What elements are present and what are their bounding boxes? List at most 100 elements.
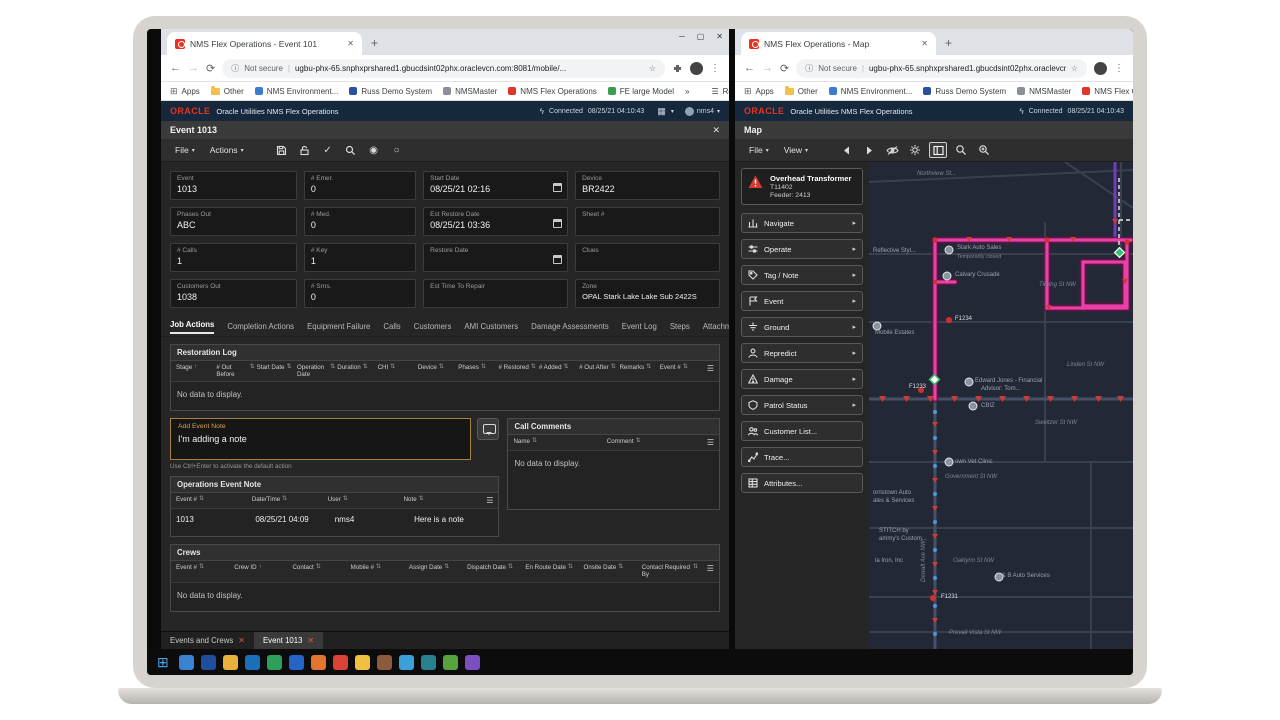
column-header[interactable]: # Out After⇅ xyxy=(579,364,619,371)
zoom-in-icon[interactable] xyxy=(975,142,993,158)
navigate-button[interactable]: Navigate▸ xyxy=(741,213,863,233)
customer-list-button[interactable]: Customer List... xyxy=(741,421,863,441)
tab-event-log[interactable]: Event Log xyxy=(622,322,657,331)
record-icon[interactable]: ◉ xyxy=(365,142,383,158)
tab-attachments[interactable]: Attachments xyxy=(703,322,729,331)
extensions-icon[interactable] xyxy=(672,63,683,74)
column-header[interactable]: Operation Date⇅ xyxy=(297,364,337,378)
tab-calls[interactable]: Calls xyxy=(383,322,400,331)
tab-job-actions[interactable]: Job Actions xyxy=(170,320,214,334)
taskbar-app-icon[interactable] xyxy=(289,655,304,670)
reload-icon[interactable]: ⟳ xyxy=(780,62,789,75)
ground-button[interactable]: Ground▸ xyxy=(741,317,863,337)
column-header[interactable]: Comment⇅ xyxy=(607,438,700,445)
field-med[interactable]: # Med.0 xyxy=(304,207,416,236)
view-menu[interactable]: View▾ xyxy=(779,145,813,155)
field-srns[interactable]: # Srns.0 xyxy=(304,279,416,308)
taskbar-app-icon[interactable] xyxy=(399,655,414,670)
bookmark-item-other[interactable]: Other xyxy=(211,87,244,96)
back-icon[interactable]: ← xyxy=(170,62,181,74)
bookmark-item[interactable]: NMSMaster xyxy=(1017,87,1071,96)
trace-button[interactable]: Trace... xyxy=(741,447,863,467)
field-est-restore-date[interactable]: Est Restore Date08/25/21 03:36 xyxy=(423,207,568,236)
tab-damage-assessments[interactable]: Damage Assessments xyxy=(531,322,609,331)
taskbar-app-icon[interactable] xyxy=(355,655,370,670)
bookmark-item[interactable]: NMS Environment... xyxy=(255,87,339,96)
taskbar-app-icon[interactable] xyxy=(311,655,326,670)
column-header[interactable]: Mobile #⇅ xyxy=(351,564,409,571)
event-button[interactable]: Event▸ xyxy=(741,291,863,311)
repredict-button[interactable]: Repredict▸ xyxy=(741,343,863,363)
patrol-status-button[interactable]: Patrol Status▸ xyxy=(741,395,863,415)
user-menu[interactable]: nms4▾ xyxy=(685,107,720,116)
taskbar-app-icon[interactable] xyxy=(223,655,238,670)
apps-shortcut[interactable]: ⊞Apps xyxy=(170,86,200,97)
info-icon[interactable]: ⓘ xyxy=(231,63,239,74)
profile-avatar[interactable] xyxy=(690,62,703,75)
column-header[interactable]: Assign Date⇅ xyxy=(409,564,467,571)
save-icon[interactable] xyxy=(273,142,291,158)
file-menu[interactable]: File▾ xyxy=(744,145,774,155)
reading-list-button[interactable]: ☰Reading list xyxy=(711,87,729,96)
column-header[interactable]: Note⇅ xyxy=(404,496,480,503)
column-header[interactable]: Dispatch Date⇅ xyxy=(467,564,525,571)
attributes-button[interactable]: Attributes... xyxy=(741,473,863,493)
actions-menu[interactable]: Actions▾ xyxy=(205,145,249,155)
table-settings-icon[interactable]: ☰ xyxy=(700,364,714,373)
new-tab-button[interactable]: + xyxy=(945,36,952,50)
ops-note-row[interactable]: 1013 08/25/21 04:09 nms4 Here is a note xyxy=(171,509,498,536)
field-restore-date[interactable]: Restore Date xyxy=(423,243,568,272)
complete-check-icon[interactable]: ✓ xyxy=(319,142,337,158)
url-omnibox[interactable]: ⓘ Not secure | ugbu-phx-65.snphxprshared… xyxy=(222,59,665,78)
selected-device-callout[interactable]: Overhead Transformer T11402 Feeder: 2413 xyxy=(741,168,863,205)
column-header[interactable]: Event #⇅ xyxy=(176,496,252,503)
field-device[interactable]: DeviceBR2422 xyxy=(575,171,720,200)
column-header[interactable]: Event #⇅ xyxy=(176,564,234,571)
column-header[interactable]: Device⇅ xyxy=(418,364,458,371)
bookmark-star-icon[interactable]: ☆ xyxy=(1071,64,1078,73)
column-header[interactable]: Contact⇅ xyxy=(292,564,350,571)
field-start-date[interactable]: Start Date08/25/21 02:16 xyxy=(423,171,568,200)
panel-close-icon[interactable]: ✕ xyxy=(712,125,720,136)
taskbar-app-icon[interactable] xyxy=(333,655,348,670)
tab-ami-customers[interactable]: AMI Customers xyxy=(464,322,518,331)
ring-icon[interactable]: ○ xyxy=(388,142,406,158)
field-phases-out[interactable]: Phases OutABC xyxy=(170,207,297,236)
app-switcher-caret[interactable]: ▾ xyxy=(671,108,674,115)
bookmark-item[interactable]: Russ Demo System xyxy=(923,87,1006,96)
column-header[interactable]: Duration⇅ xyxy=(337,364,377,371)
calendar-icon[interactable] xyxy=(553,219,562,228)
bookmark-item[interactable]: NMS Flex Operations xyxy=(1082,87,1133,96)
tab-close-icon[interactable]: ✕ xyxy=(921,39,928,48)
field-clues[interactable]: Clues xyxy=(575,243,720,272)
table-settings-icon[interactable]: ☰ xyxy=(700,564,714,573)
browser-tab-map[interactable]: NMS Flex Operations - Map ✕ xyxy=(741,32,936,55)
bookmarks-overflow-icon[interactable]: » xyxy=(685,87,689,96)
unlock-icon[interactable] xyxy=(296,142,314,158)
browser-menu-icon[interactable]: ⋮ xyxy=(1114,63,1124,74)
tab-steps[interactable]: Steps xyxy=(670,322,690,331)
column-header[interactable]: User⇅ xyxy=(328,496,404,503)
column-header[interactable]: Contact Required By⇅ xyxy=(642,564,700,578)
bookmark-item[interactable]: NMSMaster xyxy=(443,87,497,96)
damage-button[interactable]: Damage▸ xyxy=(741,369,863,389)
side-panel-toggle-icon[interactable] xyxy=(929,142,947,158)
browser-menu-icon[interactable]: ⋮ xyxy=(710,63,720,74)
add-event-note-input[interactable]: Add Event Note I'm adding a note xyxy=(170,418,471,460)
map-settings-gear-icon[interactable] xyxy=(906,142,924,158)
column-header[interactable]: CHI⇅ xyxy=(378,364,418,371)
taskbar-app-icon[interactable] xyxy=(377,655,392,670)
bookmark-item[interactable]: NMS Flex Operations xyxy=(508,87,596,96)
taskbar-app-icon[interactable] xyxy=(465,655,480,670)
back-icon[interactable]: ← xyxy=(744,62,755,74)
file-menu[interactable]: File▾ xyxy=(170,145,200,155)
column-header[interactable]: Stage↑ xyxy=(176,364,216,371)
bookmark-item-other[interactable]: Other xyxy=(785,87,818,96)
workspace-tab-event-1013[interactable]: Event 1013✕ xyxy=(254,632,323,649)
map-viewport[interactable]: Northview St... Reflective Styl... Stark… xyxy=(869,162,1133,649)
column-header[interactable]: Name⇅ xyxy=(513,438,606,445)
bookmark-item[interactable]: NMS Environment... xyxy=(829,87,913,96)
taskbar-app-icon[interactable] xyxy=(179,655,194,670)
maximize-button[interactable]: ▢ xyxy=(697,32,705,41)
app-switcher-icon[interactable]: ▦ xyxy=(657,106,666,117)
